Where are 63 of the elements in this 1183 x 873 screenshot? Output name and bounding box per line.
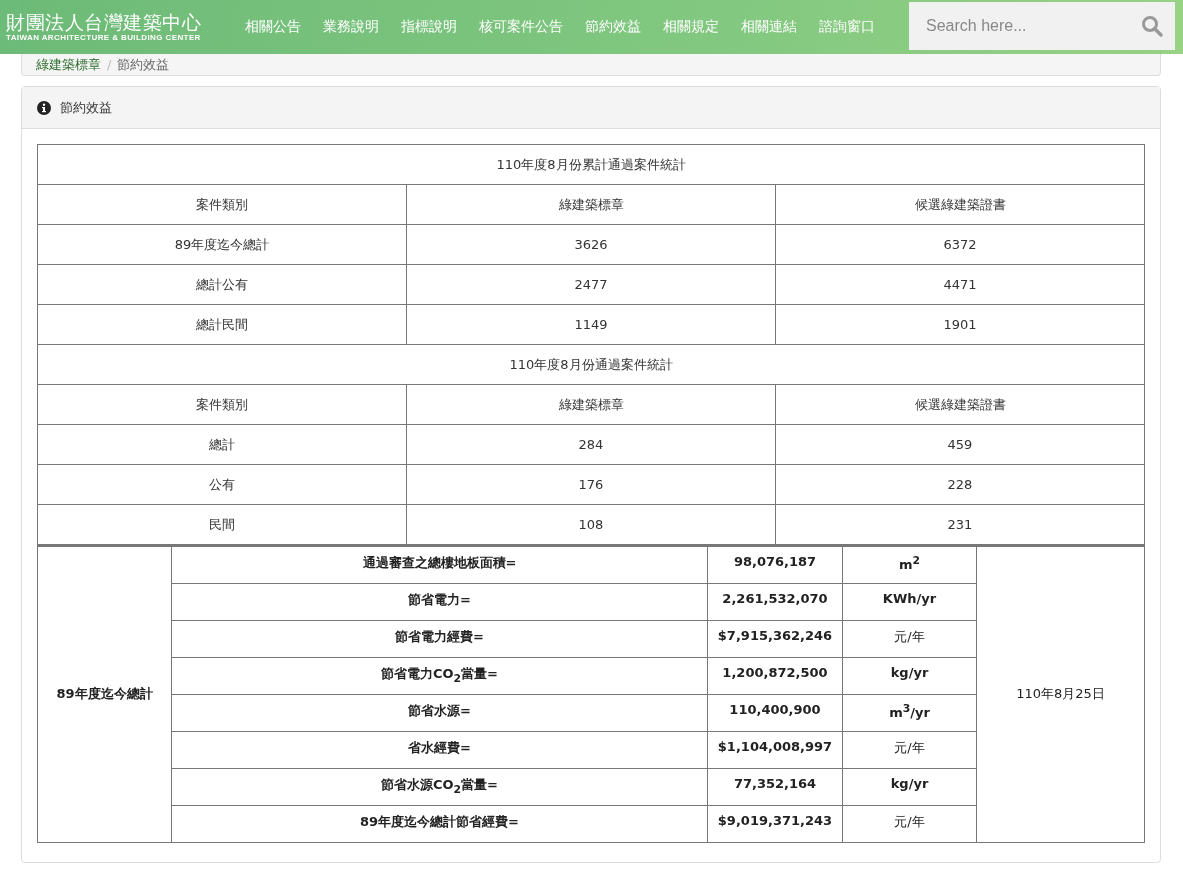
nav-link[interactable]: 相關規定 [652,18,730,36]
table-cell: 77,352,164 [707,768,843,805]
table-cell: 459 [775,424,1145,465]
search-icon[interactable] [1141,15,1163,37]
nav-link[interactable]: 業務說明 [312,18,390,36]
nav-link[interactable]: 相關連結 [730,18,808,36]
table-cell: 1901 [775,304,1145,345]
table-cell: 1149 [406,304,776,345]
breadcrumb-link[interactable]: 綠建築標章 [36,57,101,75]
table-cell: 1,200,872,500 [707,657,843,694]
table-cell: 公有 [37,464,407,505]
table-cell: 節省電力= [171,583,708,620]
table-cell: 3626 [406,224,776,265]
table-cell: 6372 [775,224,1145,265]
table-cell: 通過審查之總樓地板面積= [171,546,708,583]
column-header: 案件類別 [37,184,407,225]
table-cell: 89年度迄今總計節省經費= [171,805,708,842]
table-cell: 總計 [37,424,407,465]
logo-subtitle: TAIWAN ARCHITECTURE & BUILDING CENTER [6,33,202,43]
info-icon [37,100,51,115]
search-box[interactable]: Search here... [909,2,1175,50]
nav-link[interactable]: 相關公告 [234,18,312,36]
column-header: 案件類別 [37,384,407,425]
table-cell: 總計公有 [37,264,407,305]
table-title: 110年度8月份累計通過案件統計 [37,144,1145,185]
table-cell: m$^{2}$ [842,546,977,583]
table-cell: 節省水源= [171,694,708,731]
table-cell: $7,915,362,246 [707,620,843,657]
breadcrumb-link[interactable]: 節約效益 [117,57,170,75]
table-cell: 2,261,532,070 [707,583,843,620]
table-cell: 民間 [37,504,407,545]
table-cell: 4471 [775,264,1145,305]
nav-link[interactable]: 節約效益 [574,18,652,36]
column-header: 綠建築標章 [406,184,776,225]
table-cell: $1,104,008,997 [707,731,843,768]
table-cell: 省水經費= [171,731,708,768]
table-cell: 總計民間 [37,304,407,345]
table-title: 110年度8月份通過案件統計 [37,344,1145,385]
table-cell: 節省水源CO$_{2}$當量= [171,768,708,805]
table-cell: 284 [406,424,776,465]
column-header: 綠建築標章 [406,384,776,425]
table-cell: 231 [775,504,1145,545]
table-cell: 108 [406,504,776,545]
table-cell: 98,076,187 [707,546,843,583]
breadcrumb-separator: / [107,57,112,74]
table-cell: 110年8月25日 [976,546,1145,842]
table-cell: 228 [775,464,1145,505]
table-cell: 節省電力CO$_{2}$當量= [171,657,708,694]
column-header: 候選綠建築證書 [775,184,1145,225]
table-cell: 節省電力經費= [171,620,708,657]
table-cell: $9,019,371,243 [707,805,843,842]
nav-link[interactable]: 諮詢窗口 [808,18,886,36]
table-cell: 89年度迄今總計 [37,546,172,842]
logo-title[interactable]: 財團法人台灣建築中心 [6,11,228,33]
nav-link[interactable]: 指標說明 [390,18,468,36]
nav-link[interactable]: 核可案件公告 [468,18,574,36]
table-cell: 176 [406,464,776,505]
panel-title: 節約效益 [60,98,112,117]
table-cell: 110,400,900 [707,694,843,731]
search-field[interactable]: Search here... [924,16,1141,36]
table-cell: 89年度迄今總計 [37,224,407,265]
column-header: 候選綠建築證書 [775,384,1145,425]
table-cell: 2477 [406,264,776,305]
